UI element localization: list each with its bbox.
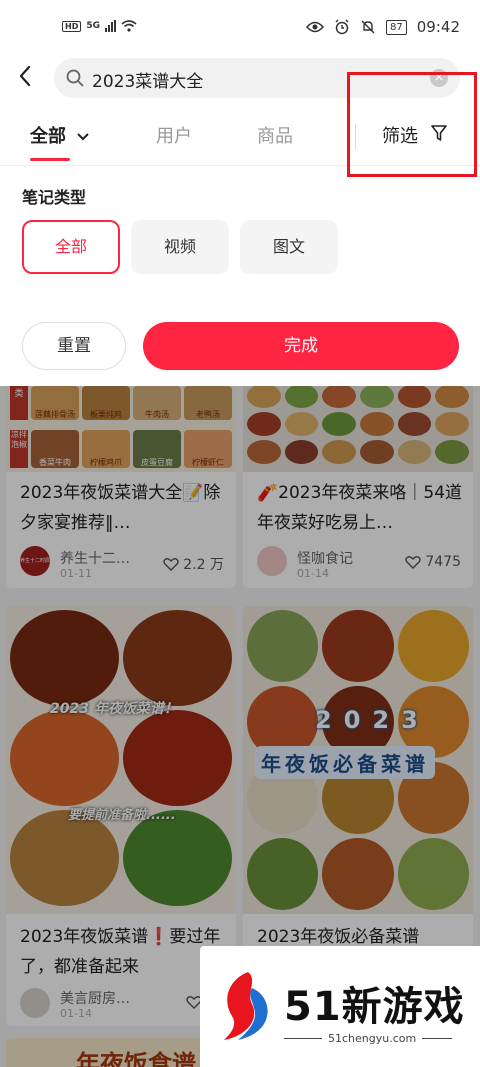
search-query: 2023菜谱大全: [92, 72, 204, 92]
tab-products[interactable]: 商品: [257, 122, 293, 148]
watermark-url: 51chengyu.com: [322, 1032, 423, 1045]
alarm-icon: [335, 19, 349, 35]
chevron-down-icon: [77, 133, 89, 141]
search-icon: [66, 69, 84, 87]
chip-image-text[interactable]: 图文: [240, 220, 338, 274]
filter-panel: 笔记类型 全部 视频 图文 重置 完成: [0, 166, 480, 386]
active-tab-indicator: [30, 158, 70, 161]
tab-all[interactable]: 全部: [30, 122, 90, 148]
reset-button[interactable]: 重置: [22, 322, 126, 370]
tab-all-label: 全部: [30, 126, 66, 147]
eye-icon: [306, 21, 325, 33]
clock: 09:42: [416, 18, 460, 36]
filter-highlight-box: [347, 72, 477, 177]
wifi-icon: [121, 20, 137, 32]
status-bar: HD 5G 87 09:42: [0, 0, 480, 56]
chip-video[interactable]: 视频: [131, 220, 229, 274]
back-arrow-icon[interactable]: [14, 64, 38, 88]
brand-logo-icon: [224, 972, 268, 1040]
chip-all[interactable]: 全部: [22, 220, 120, 274]
network-label: 5G: [86, 21, 100, 31]
site-watermark: 51新游戏 51chengyu.com: [200, 946, 480, 1067]
note-type-title: 笔记类型: [22, 188, 87, 207]
mute-bell-icon: [361, 20, 375, 34]
done-button[interactable]: 完成: [143, 322, 459, 370]
battery-icon: 87: [386, 19, 407, 35]
status-left: HD 5G: [62, 20, 137, 32]
watermark-brand: 51新游戏: [284, 984, 465, 1030]
signal-icon: [105, 20, 116, 32]
hd-icon: HD: [62, 20, 82, 32]
tab-users[interactable]: 用户: [156, 122, 192, 148]
status-right: 87 09:42: [306, 18, 460, 36]
